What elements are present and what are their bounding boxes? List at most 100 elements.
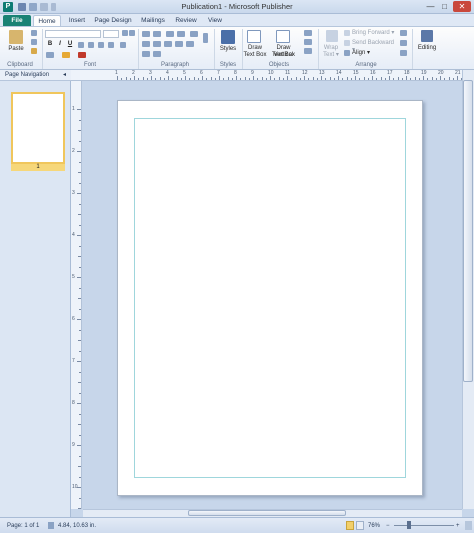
minimize-button[interactable]: —: [424, 1, 437, 12]
font-color-icon[interactable]: [78, 52, 86, 58]
zoom-in-button[interactable]: +: [456, 522, 460, 530]
font-name-combo[interactable]: [45, 30, 101, 38]
ruler-tick: [117, 76, 118, 80]
vertical-ruler[interactable]: 1 2 3 4 5 6 7 8 9 10: [71, 81, 82, 520]
zoom-out-button[interactable]: −: [386, 522, 390, 530]
tab-file[interactable]: File: [3, 15, 31, 26]
paste-button[interactable]: Paste: [4, 46, 28, 53]
page-navigation-title: Page Navigation: [5, 72, 50, 78]
copy-icon[interactable]: [31, 39, 37, 45]
format-painter-icon[interactable]: [31, 48, 37, 54]
justify-icon[interactable]: [175, 41, 183, 47]
draw-text-box-label-1[interactable]: Draw: [243, 45, 267, 52]
bold-button[interactable]: B: [46, 41, 54, 48]
ruler-tick: [304, 76, 305, 80]
ribbon: Paste Clipboard B I U Font Paragraph Sty…: [0, 26, 474, 70]
ruler-tick: [414, 77, 416, 80]
italic-button[interactable]: I: [56, 41, 64, 48]
zoom-slider-handle[interactable]: [407, 521, 411, 529]
picture-icon[interactable]: [304, 39, 312, 45]
bring-forward-icon[interactable]: [344, 30, 350, 36]
shrink-font-icon[interactable]: [129, 30, 135, 36]
paragraph-spacing-icon[interactable]: [142, 51, 150, 57]
text-box-icon[interactable]: [247, 30, 261, 43]
ruler-number: 7: [72, 358, 75, 364]
tab-mailings[interactable]: Mailings: [137, 15, 169, 26]
align-left-icon[interactable]: [142, 41, 150, 47]
align-icon[interactable]: [344, 50, 350, 56]
vertical-scroll-thumb[interactable]: [463, 80, 473, 382]
ruler-tick: [129, 78, 131, 80]
collapse-panel-icon[interactable]: ◂: [63, 70, 66, 81]
character-spacing-icon[interactable]: [46, 52, 54, 58]
group-separator: [318, 29, 319, 69]
align-right-icon[interactable]: [164, 41, 172, 47]
maximize-button[interactable]: □: [438, 1, 451, 12]
editing-button[interactable]: Editing: [414, 45, 440, 52]
shapes-icon[interactable]: [304, 48, 312, 54]
ruler-number: 5: [72, 274, 75, 280]
bullets-icon[interactable]: [142, 31, 150, 37]
numbering-icon[interactable]: [153, 31, 161, 37]
ruler-tick: [79, 203, 81, 205]
two-page-view-icon[interactable]: [356, 521, 364, 530]
draw-vertical-text-box-label-2[interactable]: Text Box: [266, 52, 301, 59]
bring-forward-button[interactable]: Bring Forward ▾: [352, 30, 396, 37]
zoom-level[interactable]: 76%: [368, 522, 380, 530]
grow-font-icon[interactable]: [122, 30, 128, 36]
clear-formatting-icon[interactable]: [120, 42, 126, 48]
styles-icon[interactable]: [221, 30, 235, 44]
tab-review[interactable]: Review: [172, 15, 200, 26]
single-page-view-icon[interactable]: [346, 521, 354, 530]
tab-insert[interactable]: Insert: [64, 15, 90, 26]
ruler-tick: [78, 340, 81, 341]
font-size-combo[interactable]: [103, 30, 119, 38]
tab-page-design[interactable]: Page Design: [93, 15, 133, 26]
ruler-tick: [193, 77, 195, 80]
align-center-icon[interactable]: [153, 41, 161, 47]
wrap-text-icon[interactable]: [326, 30, 338, 42]
align-button[interactable]: Align ▾: [352, 50, 382, 57]
ungroup-icon[interactable]: [400, 40, 407, 46]
group-separator: [214, 29, 215, 69]
table-icon[interactable]: [304, 30, 312, 36]
line-spacing-icon[interactable]: [190, 31, 198, 37]
tab-home[interactable]: Home: [33, 15, 61, 26]
ruler-tick: [338, 76, 339, 80]
fit-page-icon[interactable]: [465, 521, 472, 530]
cut-icon[interactable]: [31, 30, 37, 36]
pilcrow-icon[interactable]: [203, 33, 208, 43]
close-button[interactable]: ✕: [453, 1, 471, 12]
wrap-text-label-1[interactable]: Wrap: [320, 45, 342, 52]
rotate-icon[interactable]: [400, 50, 407, 56]
distribute-icon[interactable]: [186, 41, 194, 47]
vertical-text-box-icon[interactable]: [276, 30, 290, 43]
ruler-tick: [270, 76, 271, 80]
decrease-indent-icon[interactable]: [166, 31, 174, 37]
draw-text-box-label-2[interactable]: Text Box: [243, 52, 267, 59]
binoculars-icon[interactable]: [421, 30, 433, 42]
horizontal-scroll-thumb[interactable]: [188, 510, 346, 516]
send-backward-icon[interactable]: [344, 40, 350, 46]
wrap-text-label-2[interactable]: Text ▾: [320, 52, 342, 59]
underline-button[interactable]: U: [66, 41, 74, 48]
page-thumbnail[interactable]: [11, 92, 65, 164]
text-highlight-icon[interactable]: [62, 52, 70, 58]
group-label-arrange: Arrange: [355, 62, 377, 68]
paste-icon[interactable]: [9, 30, 23, 44]
page-thumbnail-number[interactable]: 1: [11, 164, 65, 171]
page-count[interactable]: Page: 1 of 1: [7, 522, 39, 530]
ruler-tick: [78, 424, 81, 425]
zoom-slider[interactable]: [394, 525, 454, 526]
horizontal-ruler[interactable]: 1 2 3 4 5 6 7 8 9 10 11 12 13 14 15 16 17 18 19 20 21: [71, 70, 471, 81]
strikethrough-icon[interactable]: [78, 42, 84, 48]
increase-indent-icon[interactable]: [177, 31, 185, 37]
styles-button[interactable]: Styles: [216, 46, 240, 53]
superscript-icon[interactable]: [98, 42, 104, 48]
group-objects-icon[interactable]: [400, 30, 407, 36]
show-marks-icon[interactable]: [153, 51, 161, 57]
subscript-icon[interactable]: [88, 42, 94, 48]
change-case-icon[interactable]: [108, 42, 114, 48]
ruler-tick: [163, 78, 165, 80]
tab-view[interactable]: View: [203, 15, 227, 26]
